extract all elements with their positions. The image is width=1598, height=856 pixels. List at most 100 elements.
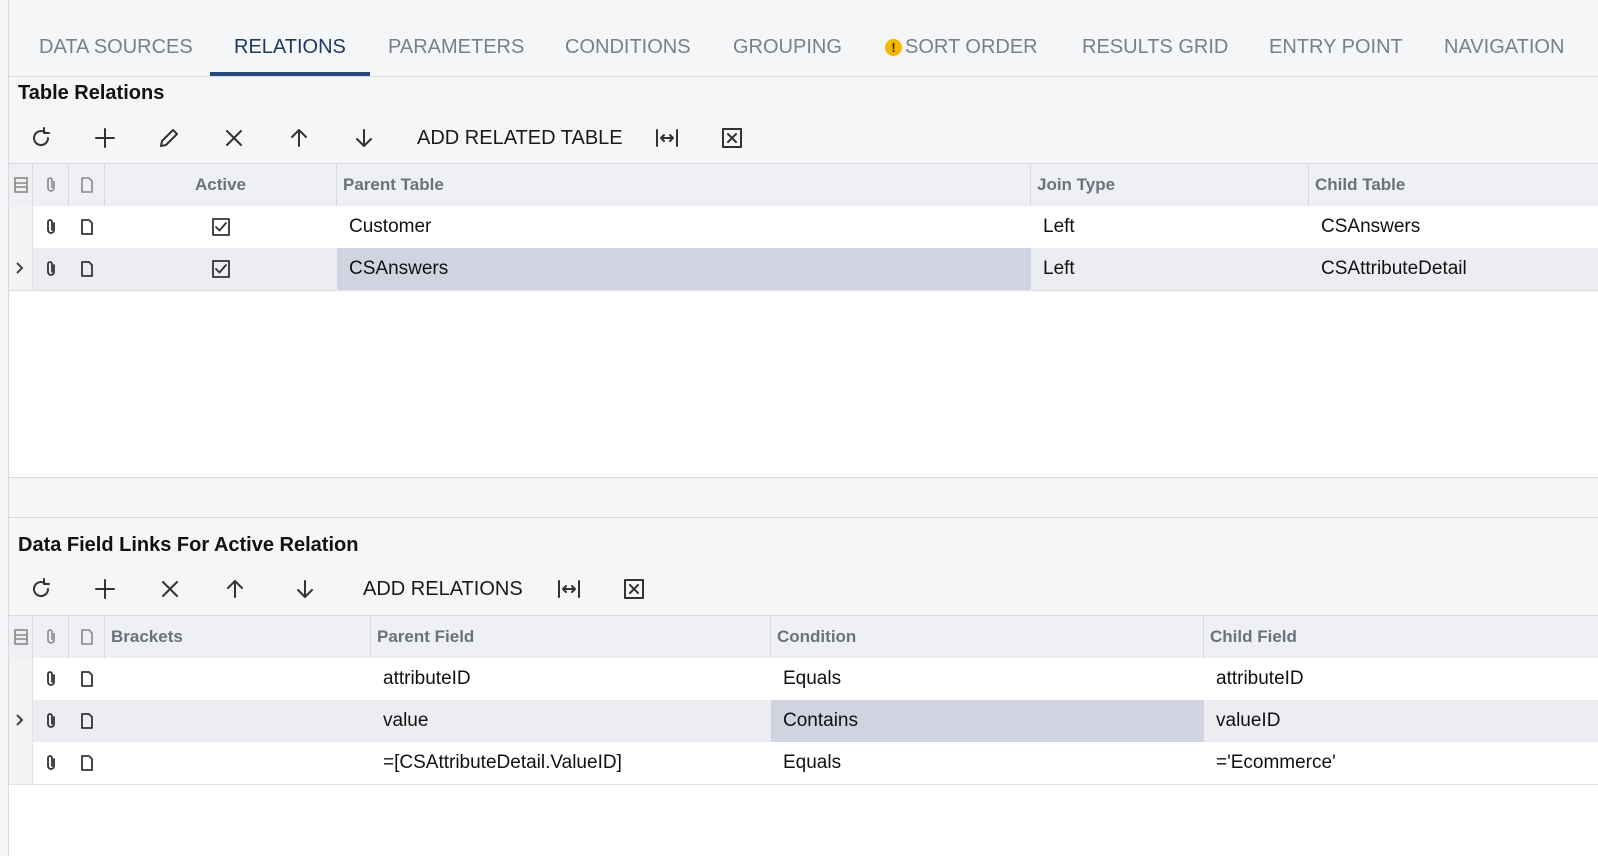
join-type-cell[interactable]: Left xyxy=(1031,248,1309,290)
table-row[interactable]: value Contains valueID xyxy=(9,700,1598,743)
attachment-button[interactable] xyxy=(33,700,69,742)
row-selector-header[interactable] xyxy=(9,616,33,658)
row-selector[interactable] xyxy=(9,206,33,248)
tab-parameters[interactable]: PARAMETERS xyxy=(388,36,524,76)
refresh-button[interactable] xyxy=(25,116,57,160)
refresh-icon xyxy=(33,127,50,147)
tab-relations[interactable]: RELATIONS xyxy=(210,36,370,76)
grid-header: Brackets Parent Field Condition Child Fi… xyxy=(9,615,1598,659)
table-relations-toolbar: ADD RELATED TABLE xyxy=(9,116,1598,160)
attachments-header xyxy=(33,616,69,658)
refresh-icon xyxy=(33,578,50,598)
brackets-cell[interactable] xyxy=(105,658,371,700)
child-field-cell[interactable]: valueID xyxy=(1204,700,1598,742)
checkbox-checked-icon xyxy=(212,260,230,278)
child-table-cell[interactable]: CSAttributeDetail xyxy=(1309,248,1598,290)
column-header-brackets[interactable]: Brackets xyxy=(105,616,371,658)
pencil-icon xyxy=(160,129,178,147)
column-header-parent-table[interactable]: Parent Table xyxy=(337,164,1031,206)
active-checkbox[interactable] xyxy=(105,248,337,290)
parent-field-cell[interactable]: =[CSAttributeDetail.ValueID] xyxy=(371,742,771,784)
child-field-cell[interactable]: ='Ecommerce' xyxy=(1204,742,1598,784)
row-selector[interactable] xyxy=(9,742,33,784)
checkbox-checked-icon xyxy=(212,218,230,236)
attachment-button[interactable] xyxy=(33,658,69,700)
excel-icon xyxy=(722,128,742,148)
tab-sort-order-label: SORT ORDER xyxy=(905,36,1038,58)
fit-columns-button[interactable] xyxy=(651,116,683,160)
fit-width-icon xyxy=(558,580,580,598)
move-down-button[interactable] xyxy=(348,116,380,160)
delete-button[interactable] xyxy=(218,116,250,160)
table-relations-title: Table Relations xyxy=(18,82,165,104)
tab-bar: DATA SOURCES RELATIONS PARAMETERS CONDIT… xyxy=(9,0,1598,77)
tab-grouping[interactable]: GROUPING xyxy=(733,36,842,76)
table-row[interactable]: Customer Left CSAnswers xyxy=(9,206,1598,249)
list-icon xyxy=(13,177,28,193)
add-relations-button[interactable]: ADD RELATIONS xyxy=(363,567,523,611)
column-header-child-field[interactable]: Child Field xyxy=(1204,616,1598,658)
attachment-button[interactable] xyxy=(33,248,69,290)
row-selector[interactable] xyxy=(9,700,33,742)
note-button[interactable] xyxy=(69,742,105,784)
tab-conditions[interactable]: CONDITIONS xyxy=(565,36,691,76)
column-header-active[interactable]: Active xyxy=(105,164,337,206)
arrow-down-icon xyxy=(356,129,372,147)
join-type-cell[interactable]: Left xyxy=(1031,206,1309,248)
attachment-button[interactable] xyxy=(33,742,69,784)
parent-table-cell[interactable]: Customer xyxy=(337,206,1031,248)
delete-button[interactable] xyxy=(154,567,186,611)
child-field-cell[interactable]: attributeID xyxy=(1204,658,1598,700)
tab-data-sources[interactable]: DATA SOURCES xyxy=(39,36,193,76)
tab-sort-order[interactable]: ! SORT ORDER xyxy=(885,36,1038,76)
tab-results-grid[interactable]: RESULTS GRID xyxy=(1082,36,1228,76)
note-button[interactable] xyxy=(69,700,105,742)
child-table-cell[interactable]: CSAnswers xyxy=(1309,206,1598,248)
parent-table-cell[interactable]: CSAnswers xyxy=(337,248,1031,290)
note-button[interactable] xyxy=(69,206,105,248)
arrow-down-icon xyxy=(297,580,313,598)
add-row-button[interactable] xyxy=(89,567,121,611)
export-excel-button[interactable] xyxy=(716,116,748,160)
move-up-button[interactable] xyxy=(219,567,251,611)
note-icon xyxy=(81,219,93,235)
note-button[interactable] xyxy=(69,248,105,290)
section-divider xyxy=(9,477,1598,478)
column-header-child-table[interactable]: Child Table xyxy=(1309,164,1598,206)
row-selector-header[interactable] xyxy=(9,164,33,206)
brackets-cell[interactable] xyxy=(105,742,371,784)
move-down-button[interactable] xyxy=(289,567,321,611)
plus-icon xyxy=(95,128,115,148)
refresh-button[interactable] xyxy=(25,567,57,611)
table-row[interactable]: CSAnswers Left CSAttributeDetail xyxy=(9,248,1598,291)
column-header-parent-field[interactable]: Parent Field xyxy=(371,616,771,658)
tab-navigation[interactable]: NAVIGATION xyxy=(1444,36,1564,76)
tab-entry-point[interactable]: ENTRY POINT xyxy=(1269,36,1403,76)
brackets-cell[interactable] xyxy=(105,700,371,742)
close-icon xyxy=(226,130,242,146)
table-row[interactable]: =[CSAttributeDetail.ValueID] Equals ='Ec… xyxy=(9,742,1598,785)
arrow-up-icon xyxy=(227,580,243,598)
condition-cell[interactable]: Equals xyxy=(771,742,1204,784)
export-excel-button[interactable] xyxy=(618,567,650,611)
column-header-condition[interactable]: Condition xyxy=(771,616,1204,658)
condition-cell[interactable]: Equals xyxy=(771,658,1204,700)
add-row-button[interactable] xyxy=(89,116,121,160)
note-button[interactable] xyxy=(69,658,105,700)
move-up-button[interactable] xyxy=(283,116,315,160)
condition-cell[interactable]: Contains xyxy=(771,700,1204,742)
grid-empty-area xyxy=(9,785,1598,856)
row-selector[interactable] xyxy=(9,658,33,700)
parent-field-cell[interactable]: attributeID xyxy=(371,658,771,700)
warning-icon: ! xyxy=(885,39,902,56)
add-related-table-button[interactable]: ADD RELATED TABLE xyxy=(417,116,623,160)
table-row[interactable]: attributeID Equals attributeID xyxy=(9,658,1598,701)
column-header-join-type[interactable]: Join Type xyxy=(1031,164,1309,206)
active-checkbox[interactable] xyxy=(105,206,337,248)
parent-field-cell[interactable]: value xyxy=(371,700,771,742)
fit-columns-button[interactable] xyxy=(553,567,585,611)
row-selector[interactable] xyxy=(9,248,33,290)
excel-icon xyxy=(624,579,644,599)
attachment-button[interactable] xyxy=(33,206,69,248)
edit-button[interactable] xyxy=(153,116,185,160)
